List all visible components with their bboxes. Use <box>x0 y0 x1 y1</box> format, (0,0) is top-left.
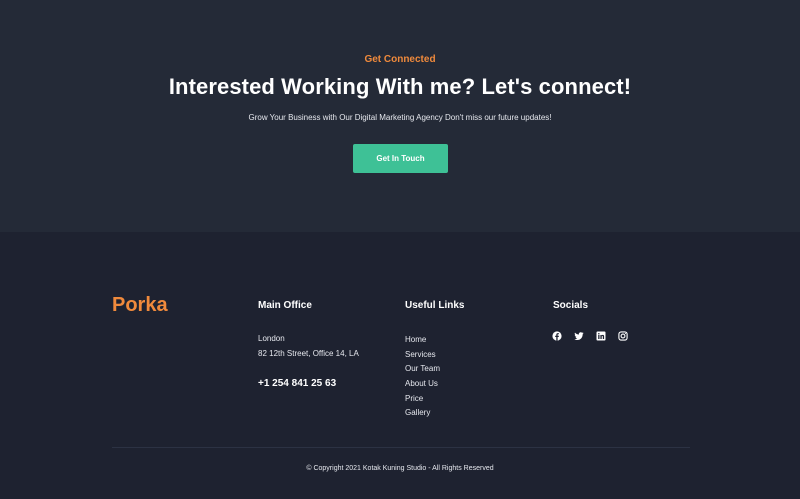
brand-logo[interactable]: Porka <box>112 294 168 317</box>
socials-title: Socials <box>553 300 589 311</box>
useful-links-list: Home Services Our Team About Us Price Ga… <box>405 333 440 421</box>
instagram-icon[interactable] <box>618 331 628 341</box>
link-services[interactable]: Services <box>405 348 440 363</box>
linkedin-icon[interactable] <box>596 331 606 341</box>
facebook-icon[interactable] <box>552 331 562 341</box>
office-city: London <box>258 334 285 343</box>
main-office-title: Main Office <box>258 300 312 311</box>
link-gallery[interactable]: Gallery <box>405 406 440 421</box>
get-in-touch-button[interactable]: Get In Touch <box>353 144 448 173</box>
link-price[interactable]: Price <box>405 392 440 407</box>
cta-subtitle: Grow Your Business with Our Digital Mark… <box>248 113 552 122</box>
link-about-us[interactable]: About Us <box>405 377 440 392</box>
twitter-icon[interactable] <box>574 331 584 341</box>
cta-section: Get Connected Interested Working With me… <box>0 0 800 232</box>
office-address: 82 12th Street, Office 14, LA <box>258 349 359 358</box>
copyright-text: © Copyright 2021 Kotak Kuning Studio - A… <box>306 465 494 472</box>
useful-links-title: Useful Links <box>405 300 465 311</box>
cta-eyebrow: Get Connected <box>364 54 436 65</box>
link-home[interactable]: Home <box>405 333 440 348</box>
cta-headline: Interested Working With me? Let's connec… <box>168 74 632 99</box>
office-phone: +1 254 841 25 63 <box>258 378 337 389</box>
footer-divider <box>112 447 690 448</box>
link-our-team[interactable]: Our Team <box>405 362 440 377</box>
footer: Porka Main Office London 82 12th Street,… <box>0 232 800 499</box>
social-links <box>552 331 628 341</box>
